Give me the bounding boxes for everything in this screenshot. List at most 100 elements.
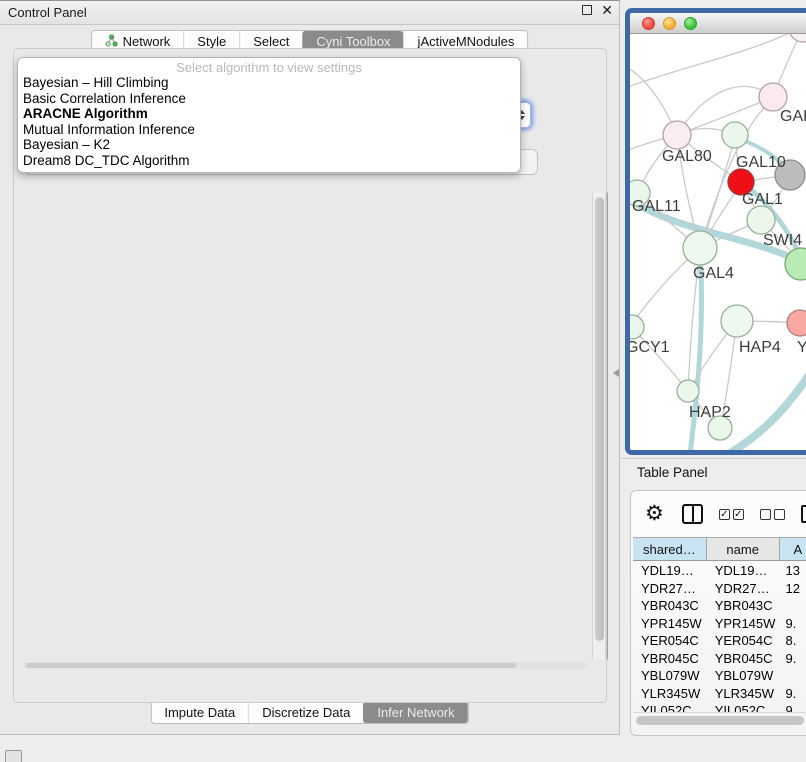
collapsed-panel-icon[interactable]: [5, 750, 22, 762]
network-node[interactable]: [722, 122, 748, 148]
table-cell: 9.: [780, 650, 806, 668]
deselect-all-columns-icon[interactable]: [760, 509, 785, 520]
table-cell: YDL19…: [707, 562, 780, 580]
control-panel-title: Control Panel: [0, 5, 87, 20]
table-header-row[interactable]: shared…nameA: [633, 537, 806, 561]
node-label: GAL10: [736, 154, 786, 171]
table-cell: YER054C: [707, 632, 780, 650]
table-row[interactable]: YLR345WYLR345W9.: [633, 685, 806, 703]
column-header[interactable]: shared…: [633, 538, 707, 560]
table-cell: 13: [780, 562, 806, 580]
table-cell: [780, 597, 806, 615]
panel-collapse-arrow[interactable]: [613, 369, 619, 377]
tab-infer-network[interactable]: Infer Network: [363, 702, 467, 723]
network-view-window[interactable]: GAL GAL80 GAL10 GAL11 GAL1 SWI4 GAL4 GCY1 HAP4 Y H…: [625, 8, 806, 455]
table-cell: YBL079W: [707, 667, 780, 685]
node-label: SWI4: [763, 232, 802, 249]
table-row[interactable]: YBR043CYBR043C: [633, 597, 806, 615]
table-body[interactable]: YDL19…YDL19…13YDR27…YDR27…12YBR043CYBR04…: [633, 562, 806, 714]
node-label: GAL: [780, 108, 806, 125]
table-panel-divider: [621, 458, 806, 459]
network-node[interactable]: [789, 34, 806, 42]
table-cell: [780, 667, 806, 685]
table-row[interactable]: YDL19…YDL19…13: [633, 562, 806, 580]
table-cell: YLR345W: [707, 685, 780, 703]
table-row[interactable]: YDR27…YDR27…12: [633, 580, 806, 598]
table-panel-window: ⚙ ✓ ✓ shared…nameA YDL19…YDL19…13YDR27…Y…: [630, 490, 806, 736]
table-hscrollbar[interactable]: [633, 712, 806, 726]
node-label: GCY1: [630, 339, 670, 356]
table-panel-title: Table Panel: [637, 465, 708, 480]
table-cell: YER054C: [633, 632, 707, 650]
dropdown-item[interactable]: Bayesian – Hill Climbing: [18, 75, 520, 91]
node-label: GAL1: [742, 191, 783, 208]
network-node[interactable]: [630, 315, 644, 339]
table-cell: YLR345W: [633, 685, 707, 703]
unchecked-box-icon: [760, 509, 771, 520]
zoom-traffic-light[interactable]: [684, 17, 697, 30]
network-node[interactable]: [683, 231, 717, 265]
table-cell: 9.: [780, 615, 806, 633]
tab-discretize-data[interactable]: Discretize Data: [248, 702, 363, 723]
dropdown-item[interactable]: Bayesian – K2: [18, 137, 520, 153]
network-node[interactable]: [721, 305, 753, 337]
node-label: GAL80: [662, 148, 712, 165]
close-traffic-light[interactable]: [642, 17, 655, 30]
node-label: GAL11: [632, 198, 681, 215]
table-cell: YBR045C: [707, 650, 780, 668]
close-icon[interactable]: ✕: [601, 5, 613, 15]
table-cell: YDR27…: [633, 580, 707, 598]
gear-icon[interactable]: ⚙: [645, 504, 664, 524]
float-window-icon[interactable]: [582, 5, 592, 15]
network-node[interactable]: [677, 380, 699, 402]
checked-box-icon: ✓: [719, 509, 730, 520]
algorithm-dropdown-items: Bayesian – Hill ClimbingBasic Correlatio…: [18, 75, 520, 168]
dropdown-item[interactable]: ARACNE Algorithm: [18, 106, 520, 122]
dropdown-item[interactable]: Dream8 DC_TDC Algorithm: [18, 153, 520, 169]
settings-hscrollbar[interactable]: [24, 662, 588, 669]
network-node-labels: GAL GAL80 GAL10 GAL11 GAL1 SWI4 GAL4 GCY1 HAP4 Y H…: [630, 108, 806, 421]
network-node[interactable]: [747, 206, 775, 234]
network-node[interactable]: [663, 121, 691, 149]
table-cell: YBR043C: [707, 597, 780, 615]
minimize-traffic-light[interactable]: [663, 17, 676, 30]
algorithm-dropdown-placeholder: Select algorithm to view settings: [18, 61, 520, 75]
table-row[interactable]: YPR145WYPR145W9.: [633, 615, 806, 633]
network-canvas[interactable]: GAL GAL80 GAL10 GAL11 GAL1 SWI4 GAL4 GCY1 HAP4 Y H…: [630, 34, 806, 455]
node-label: GAL4: [693, 265, 734, 282]
tab-impute-data[interactable]: Impute Data: [151, 702, 248, 723]
cyni-mode-tabbar: Impute DataDiscretize DataInfer Network: [150, 701, 468, 724]
table-cell: 12: [780, 580, 806, 598]
table-cell: YBR043C: [633, 597, 707, 615]
network-node[interactable]: [759, 83, 787, 111]
table-cell: 9.: [780, 685, 806, 703]
table-row[interactable]: YER054CYER054C8.: [633, 632, 806, 650]
table-cell: YBR045C: [633, 650, 707, 668]
select-all-columns-icon[interactable]: ✓ ✓: [719, 509, 744, 520]
node-label: HAP4: [739, 339, 781, 356]
table-toolbar: ⚙ ✓ ✓: [631, 491, 806, 537]
node-label: Y: [797, 339, 806, 356]
control-panel-window: Control Panel ✕ NetworkStyleSelectCyni T…: [0, 0, 620, 735]
control-panel-titlebar[interactable]: Control Panel ✕: [0, 1, 619, 25]
table-row[interactable]: YBR045CYBR045C9.: [633, 650, 806, 668]
table-cell: YDR27…: [707, 580, 780, 598]
dropdown-item[interactable]: Basic Correlation Inference: [18, 91, 520, 107]
columns-icon[interactable]: [682, 504, 703, 524]
export-table-icon[interactable]: [801, 505, 806, 523]
dropdown-item[interactable]: Mutual Information Inference: [18, 122, 520, 138]
node-label: HAP2: [689, 404, 731, 421]
table-cell: 8.: [780, 632, 806, 650]
screen: Control Panel ✕ NetworkStyleSelectCyni T…: [0, 0, 806, 762]
checked-box-icon: ✓: [733, 509, 744, 520]
network-window-titlebar[interactable]: [630, 13, 806, 34]
table-cell: YBL079W: [633, 667, 707, 685]
settings-scrollbar[interactable]: [592, 193, 606, 659]
table-row[interactable]: YBL079WYBL079W: [633, 667, 806, 685]
network-node[interactable]: [787, 310, 806, 336]
unchecked-box-icon: [774, 509, 785, 520]
table-cell: YPR145W: [707, 615, 780, 633]
column-header[interactable]: name: [707, 538, 780, 560]
algorithm-dropdown-list: Select algorithm to view settings Bayesi…: [17, 57, 521, 173]
column-header[interactable]: A: [780, 538, 806, 560]
